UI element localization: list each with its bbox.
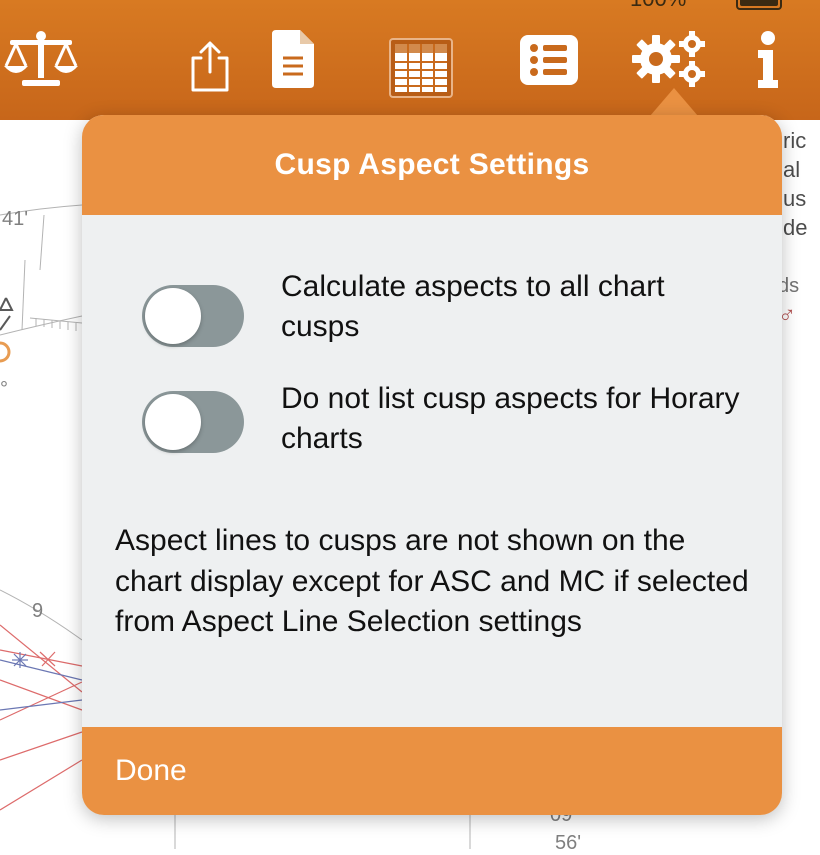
popover-header: Cusp Aspect Settings bbox=[82, 115, 782, 215]
popover-arrow bbox=[650, 88, 698, 116]
battery-percentage: 100% bbox=[630, 0, 686, 12]
horary-cusp-aspects-label: Do not list cusp aspects for Horary char… bbox=[281, 382, 740, 455]
document-icon[interactable] bbox=[268, 28, 318, 90]
toggle-knob bbox=[145, 394, 201, 450]
table-icon[interactable] bbox=[389, 38, 453, 98]
scales-icon[interactable] bbox=[2, 30, 80, 90]
share-icon[interactable] bbox=[188, 40, 232, 94]
popover-title: Cusp Aspect Settings bbox=[274, 148, 590, 181]
horary-cusp-aspects-toggle[interactable] bbox=[142, 391, 244, 453]
cusp-aspect-note: Aspect lines to cusps are not shown on t… bbox=[115, 524, 749, 638]
done-button[interactable]: Done bbox=[115, 727, 187, 815]
toggle-knob bbox=[145, 288, 201, 344]
battery-icon bbox=[736, 0, 782, 10]
popover-footer: Done bbox=[82, 727, 782, 815]
calculate-cusps-label: Calculate aspects to all chart cusps bbox=[281, 270, 665, 343]
list-icon[interactable] bbox=[519, 34, 579, 86]
cusp-aspect-settings-popover: Cusp Aspect Settings Calculate aspects t… bbox=[82, 115, 782, 815]
info-icon[interactable] bbox=[752, 30, 784, 90]
calculate-cusps-toggle[interactable] bbox=[142, 285, 244, 347]
gears-icon[interactable] bbox=[630, 30, 708, 88]
